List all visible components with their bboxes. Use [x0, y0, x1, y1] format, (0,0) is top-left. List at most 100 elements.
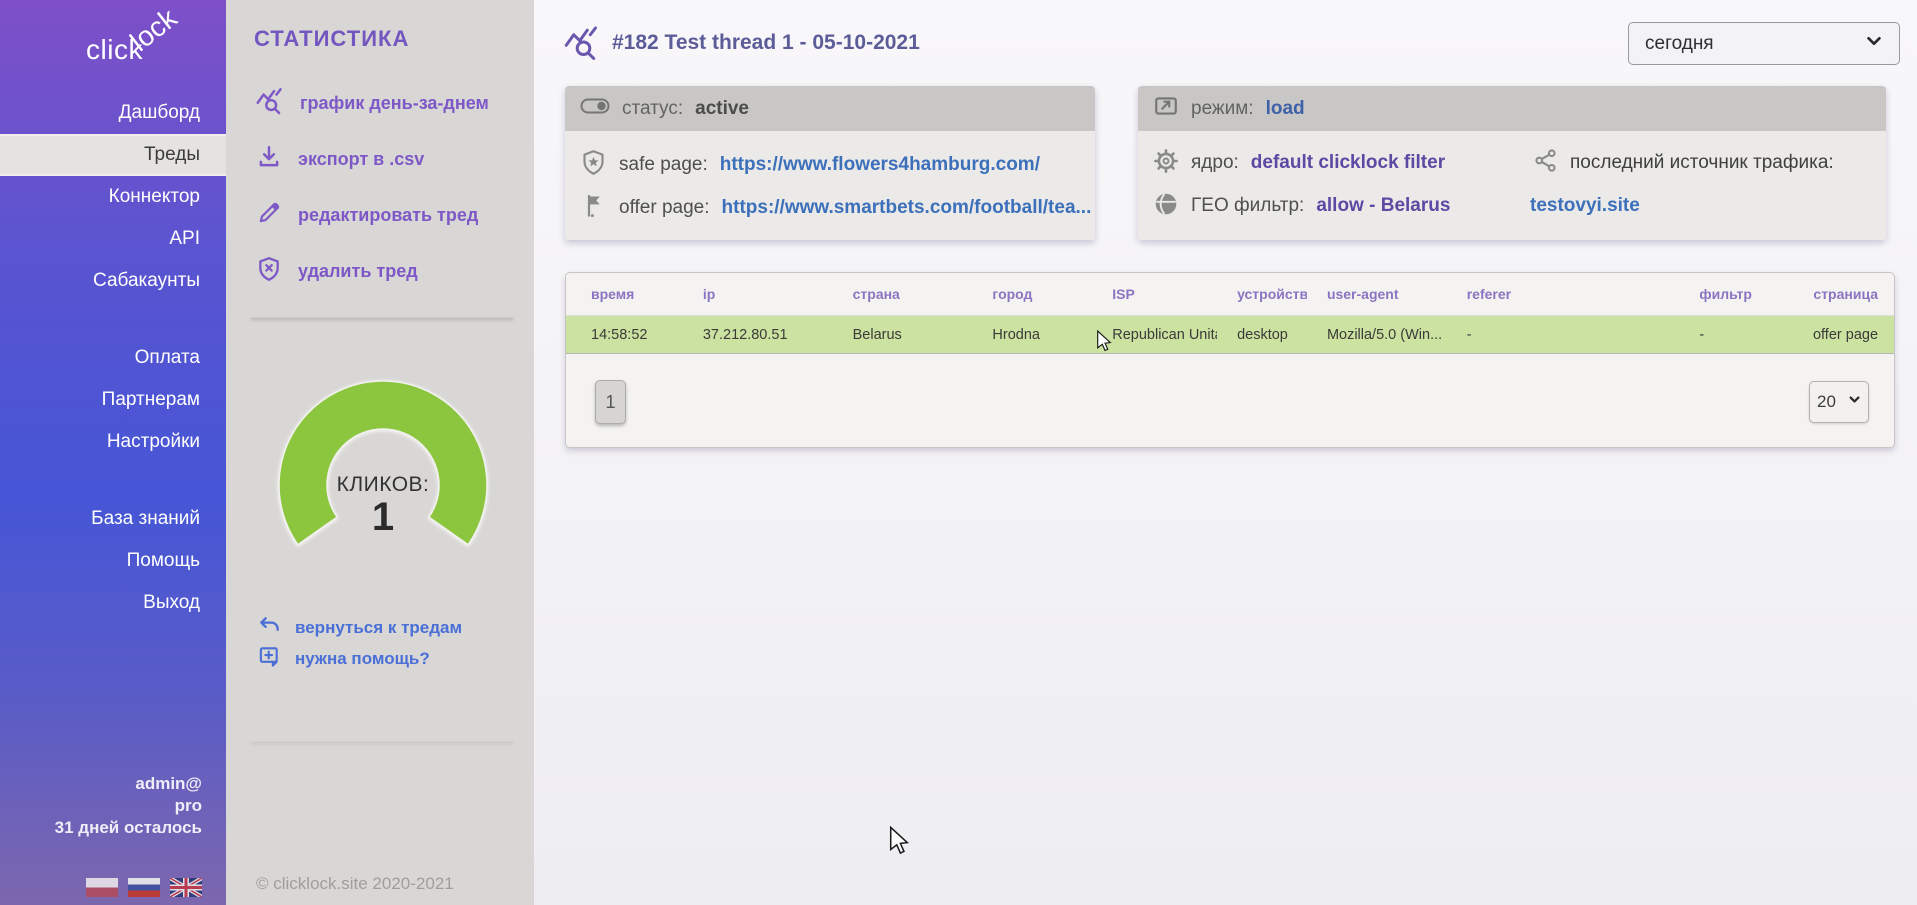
traffic-source-link[interactable]: testovyi.site — [1530, 195, 1640, 217]
cell-isp: Republican Unita... — [1087, 327, 1217, 343]
chart-search-icon — [564, 25, 600, 66]
mode-value: load — [1266, 98, 1305, 120]
link-label: нужна помощь? — [295, 649, 430, 669]
status-card-header: статус: active — [565, 86, 1095, 131]
column-header-filter: фильтр — [1674, 286, 1759, 302]
user-email: admin@ — [55, 773, 202, 795]
main-content: #182 Test thread 1 - 05-10-2021 сегодня … — [534, 0, 1917, 905]
share-icon — [1533, 148, 1558, 178]
column-header-page: страница — [1759, 286, 1894, 302]
sidebar-item-payment[interactable]: Оплата — [0, 337, 226, 379]
mode-card-body: ядро: default clicklock filter ГЕО фильт… — [1138, 131, 1886, 240]
undo-icon — [258, 614, 281, 642]
period-select-value: сегодня — [1645, 33, 1714, 55]
geo-filter-row: ГЕО фильтр: allow - Belarus — [1153, 190, 1450, 222]
sidebar-item-settings[interactable]: Настройки — [0, 421, 226, 463]
language-switcher — [86, 878, 202, 897]
gear-icon — [1153, 148, 1179, 179]
traffic-source-value-row: testovyi.site — [1530, 190, 1640, 222]
chart-search-icon — [256, 87, 284, 120]
sidebar-item-connector[interactable]: Коннектор — [0, 176, 226, 218]
sidebar-item-logout[interactable]: Выход — [0, 582, 226, 624]
pagination-page-button[interactable]: 1 — [595, 380, 626, 424]
chevron-down-icon — [1865, 32, 1883, 55]
kernel-label: ядро: — [1191, 152, 1239, 174]
page-size-select[interactable]: 20 — [1809, 381, 1869, 423]
cell-country: Belarus — [828, 327, 968, 343]
column-header-city: город — [967, 286, 1087, 302]
russian-flag-icon[interactable] — [128, 878, 160, 897]
need-help-link[interactable]: нужна помощь? — [258, 643, 462, 674]
gauge-text: КЛИКОВ: 1 — [253, 473, 513, 537]
statistics-links: вернуться к тредам нужна помощь? — [258, 612, 462, 674]
chevron-down-icon — [1848, 393, 1861, 411]
action-label: редактировать тред — [298, 205, 478, 226]
period-select[interactable]: сегодня — [1628, 22, 1900, 65]
globe-icon — [1153, 191, 1179, 222]
sidebar-item-knowledge-base[interactable]: База знаний — [0, 498, 226, 540]
action-label: график день-за-днем — [300, 93, 489, 114]
link-label: вернуться к тредам — [295, 618, 462, 638]
english-flag-icon[interactable] — [170, 878, 202, 897]
user-info: admin@ pro 31 дней осталось — [55, 773, 202, 839]
shield-star-icon — [580, 149, 607, 181]
page-size-value: 20 — [1817, 392, 1836, 412]
mode-label: режим: — [1191, 98, 1254, 120]
column-header-country: страна — [828, 286, 968, 302]
cell-time: 14:58:52 — [566, 327, 678, 343]
mode-card: режим: load ядро: default clicklock filt… — [1138, 86, 1886, 240]
app-root: click lock Дашборд Треды Коннектор API С… — [0, 0, 1917, 905]
offer-page-label: offer page: — [619, 197, 710, 219]
traffic-source-row: последний источник трафика: — [1533, 147, 1834, 179]
sidebar-item-subaccounts[interactable]: Сабакаунты — [0, 260, 226, 302]
flag-icon — [580, 192, 607, 224]
back-to-threads-link[interactable]: вернуться к тредам — [258, 612, 462, 643]
polish-flag-icon[interactable] — [86, 878, 118, 897]
download-icon — [256, 144, 282, 175]
sidebar: click lock Дашборд Треды Коннектор API С… — [0, 0, 226, 905]
statistics-actions: график день-за-днем экспорт в .csv — [256, 88, 489, 312]
action-label: экспорт в .csv — [298, 149, 424, 170]
cell-device: desktop — [1217, 327, 1307, 343]
cell-filter: - — [1674, 327, 1759, 343]
page-title: #182 Test thread 1 - 05-10-2021 — [612, 31, 920, 55]
box-arrow-icon — [1153, 93, 1179, 124]
user-days-left: 31 дней осталось — [55, 817, 202, 839]
user-plan: pro — [55, 795, 202, 817]
pencil-icon — [256, 200, 282, 231]
delete-thread-link[interactable]: удалить тред — [256, 256, 489, 286]
export-csv-link[interactable]: экспорт в .csv — [256, 144, 489, 174]
toggle-on-icon[interactable] — [580, 97, 610, 120]
gauge-value: 1 — [253, 497, 513, 537]
column-header-referer: referer — [1447, 286, 1675, 302]
safe-page-link[interactable]: https://www.flowers4hamburg.com/ — [720, 154, 1040, 176]
offer-page-row: offer page: https://www.smartbets.com/fo… — [580, 192, 1091, 224]
chart-day-by-day-link[interactable]: график день-за-днем — [256, 88, 489, 118]
table-row[interactable]: 14:58:52 37.212.80.51 Belarus Hrodna Rep… — [566, 315, 1894, 354]
sidebar-item-api[interactable]: API — [0, 218, 226, 260]
status-card: статус: active safe page: https://www.fl… — [565, 86, 1095, 240]
statistics-title: СТАТИСТИКА — [254, 26, 409, 52]
edit-thread-link[interactable]: редактировать тред — [256, 200, 489, 230]
geo-filter-label: ГЕО фильтр: — [1191, 195, 1304, 217]
column-header-device: устройство — [1217, 286, 1307, 302]
status-card-body: safe page: https://www.flowers4hamburg.c… — [565, 131, 1095, 240]
shield-x-icon — [256, 256, 282, 287]
sidebar-item-help[interactable]: Помощь — [0, 540, 226, 582]
gauge-label: КЛИКОВ: — [253, 473, 513, 497]
offer-page-link[interactable]: https://www.smartbets.com/football/tea..… — [722, 197, 1092, 219]
help-icon — [258, 645, 281, 673]
clicks-table: время ip страна город ISP устройство use… — [565, 272, 1895, 448]
statistics-panel: СТАТИСТИКА график день-за-днем — [226, 0, 534, 905]
cell-ip: 37.212.80.51 — [678, 327, 828, 343]
safe-page-label: safe page: — [619, 154, 708, 176]
divider — [251, 318, 513, 319]
column-header-user-agent: user-agent — [1307, 286, 1447, 302]
sidebar-item-threads[interactable]: Треды — [0, 134, 226, 176]
table-header-row: время ip страна город ISP устройство use… — [566, 273, 1894, 315]
divider — [251, 742, 513, 743]
clicks-gauge: КЛИКОВ: 1 — [253, 377, 513, 552]
sidebar-item-dashboard[interactable]: Дашборд — [0, 92, 226, 134]
cell-page: offer page — [1759, 327, 1894, 343]
sidebar-item-partners[interactable]: Партнерам — [0, 379, 226, 421]
